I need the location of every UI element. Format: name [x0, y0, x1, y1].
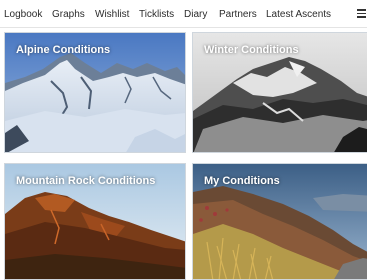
nav-logbook[interactable]: Logbook [4, 9, 42, 20]
nav-partners[interactable]: Partners [219, 9, 257, 20]
card-title: My Conditions [204, 175, 280, 187]
hamburger-menu-icon[interactable] [357, 9, 366, 18]
nav-latest-ascents[interactable]: Latest Ascents [266, 9, 331, 20]
nav-wishlist[interactable]: Wishlist [95, 9, 129, 20]
card-title: Alpine Conditions [16, 44, 111, 56]
alpine-conditions-card[interactable]: Alpine Conditions [4, 32, 186, 153]
nav-graphs[interactable]: Graphs [52, 9, 85, 20]
top-navigation-bar: Logbook Graphs Wishlist Ticklists Diary … [0, 0, 367, 28]
nav-diary[interactable]: Diary [184, 9, 207, 20]
winter-conditions-card[interactable]: Winter Conditions [192, 32, 367, 153]
nav-ticklists[interactable]: Ticklists [139, 9, 174, 20]
mountain-rock-conditions-card[interactable]: Mountain Rock Conditions [4, 163, 186, 280]
card-title: Winter Conditions [204, 44, 299, 56]
my-conditions-card[interactable]: My Conditions [192, 163, 367, 280]
card-title: Mountain Rock Conditions [16, 175, 156, 187]
